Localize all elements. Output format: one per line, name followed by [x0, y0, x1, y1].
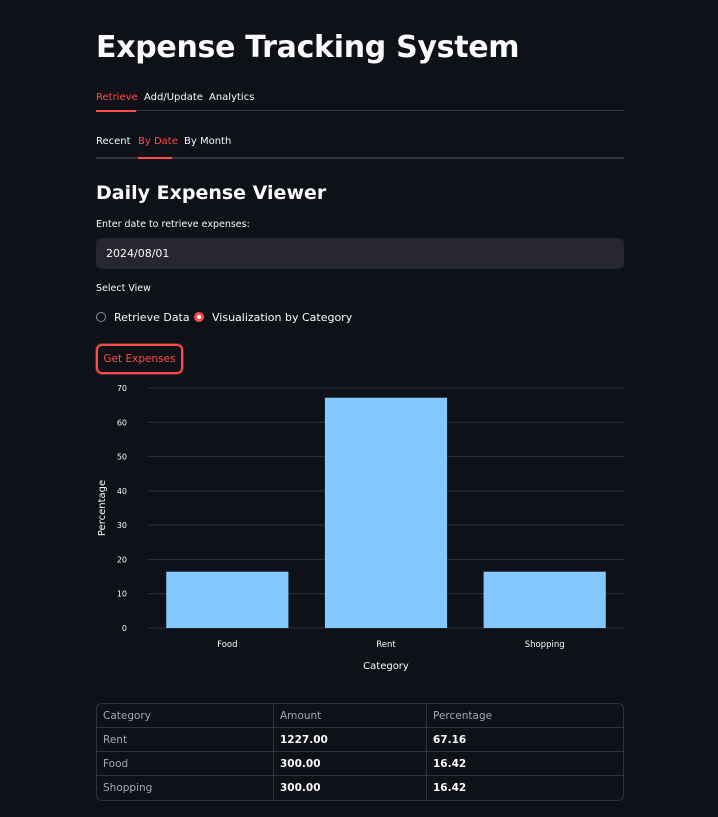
x-tick-label: Rent	[376, 640, 396, 650]
x-tick-label: Shopping	[525, 640, 565, 650]
tab-add-update[interactable]: Add/Update	[144, 92, 203, 103]
cell-percentage: 16.42	[427, 752, 623, 776]
tab-retrieve[interactable]: Retrieve	[96, 92, 138, 103]
column-header[interactable]: Category	[97, 704, 274, 728]
active-subtab-indicator	[138, 157, 172, 159]
radio-checked-icon	[194, 312, 204, 322]
cell-percentage: 16.42	[433, 782, 467, 794]
table-row: Shopping 300.00 16.42	[97, 776, 623, 800]
column-header[interactable]: Amount	[274, 704, 427, 728]
chart-svg: 0 10 20 30 40 50 60 70 Food Rent Shopping Category P…	[97, 384, 624, 672]
cell-category: Rent	[97, 728, 274, 752]
get-expenses-button[interactable]: Get Expenses	[96, 344, 183, 374]
date-input[interactable]: 2024/08/01	[96, 238, 624, 269]
y-tick-label: 60	[117, 418, 127, 427]
table-row: Food 300.00 16.42	[97, 752, 623, 776]
cell-amount: 300.00	[274, 752, 427, 776]
radio-unchecked-icon	[96, 312, 106, 322]
expense-table: Category Amount Percentage Rent 1227.00 …	[96, 703, 624, 801]
x-axis-title: Category	[363, 661, 409, 672]
tab-by-month[interactable]: By Month	[184, 136, 231, 147]
cell-percentage: 67.16	[427, 728, 623, 752]
sub-tab-bar: Recent By Date By Month	[96, 130, 624, 159]
bar-shopping	[483, 571, 606, 628]
date-input-label: Enter date to retrieve expenses:	[96, 219, 250, 230]
tab-analytics[interactable]: Analytics	[209, 92, 254, 103]
active-tab-indicator	[96, 110, 136, 112]
page-title: Expense Tracking System	[96, 30, 520, 65]
y-tick-label: 10	[117, 590, 127, 599]
category-bar-chart: 0 10 20 30 40 50 60 70 Food Rent Shopping Category P…	[96, 383, 624, 678]
main-tab-bar: Retrieve Add/Update Analytics	[96, 86, 624, 112]
table-row: Rent 1227.00 67.16	[97, 728, 623, 752]
tab-recent[interactable]: Recent	[96, 136, 131, 147]
view-select-label: Select View	[96, 283, 151, 294]
cell-amount: 300.00	[274, 776, 427, 800]
cell-amount: 1227.00	[274, 728, 427, 752]
app-page: Expense Tracking System Retrieve Add/Upd…	[0, 0, 718, 817]
y-axis-title: Percentage	[97, 480, 108, 536]
column-header[interactable]: Percentage	[427, 704, 623, 728]
y-tick-label: 70	[117, 384, 127, 393]
y-tick-label: 40	[117, 487, 127, 496]
cell-category: Shopping	[97, 776, 274, 800]
bar-rent	[324, 397, 448, 628]
y-tick-label: 30	[117, 521, 127, 530]
radio-retrieve-data[interactable]: Retrieve Data	[96, 310, 190, 326]
radio-label: Retrieve Data	[114, 311, 190, 324]
x-tick-label: Food	[217, 640, 237, 650]
bar-food	[166, 571, 289, 628]
radio-visualization[interactable]: Visualization by Category	[194, 310, 352, 326]
y-tick-label: 50	[117, 453, 127, 462]
cell-category: Food	[97, 752, 274, 776]
y-tick-label: 20	[117, 555, 127, 564]
section-header: Daily Expense Viewer	[96, 182, 327, 204]
tab-by-date[interactable]: By Date	[138, 136, 178, 147]
radio-label: Visualization by Category	[212, 311, 353, 324]
table-header-row: Category Amount Percentage	[97, 704, 623, 728]
y-tick-label: 0	[122, 624, 127, 633]
